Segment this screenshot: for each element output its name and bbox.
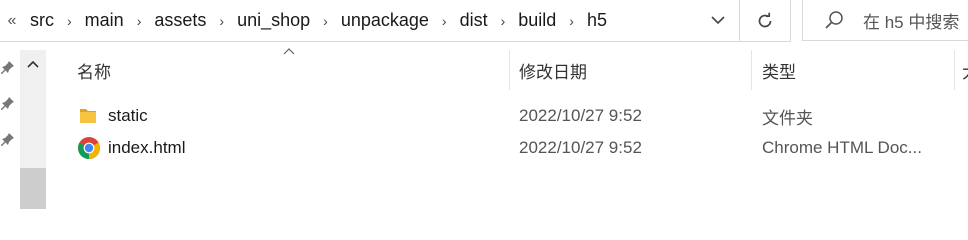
breadcrumb-item-uni-shop[interactable]: uni_shop <box>235 10 312 31</box>
pin-icon[interactable] <box>1 96 15 110</box>
breadcrumb-item-h5[interactable]: h5 <box>585 10 609 31</box>
column-divider[interactable] <box>509 50 510 90</box>
file-type: Chrome HTML Doc... <box>762 138 922 157</box>
file-name[interactable]: static <box>108 100 148 132</box>
column-header-name[interactable]: 名称 <box>77 50 507 90</box>
chevron-right-icon[interactable]: › <box>558 13 585 29</box>
file-type: 文件夹 <box>762 108 813 128</box>
search-input[interactable]: 在 h5 中搜索 <box>802 0 968 41</box>
column-header-modified[interactable]: 修改日期 <box>519 50 749 90</box>
chevron-right-icon[interactable]: › <box>126 13 153 29</box>
scroll-thumb[interactable] <box>20 168 46 209</box>
file-modified: 2022/10/27 9:52 <box>519 106 642 125</box>
address-history-dropdown[interactable] <box>701 0 735 41</box>
navigation-pane <box>0 42 20 209</box>
chevron-right-icon[interactable]: › <box>208 13 235 29</box>
refresh-button[interactable] <box>740 0 791 42</box>
column-header-type-label: 类型 <box>762 62 796 82</box>
column-divider[interactable] <box>751 50 752 90</box>
chevron-down-icon <box>711 16 725 25</box>
chevron-right-icon[interactable]: › <box>490 13 517 29</box>
refresh-icon <box>758 12 772 27</box>
scroll-up-button[interactable] <box>20 50 46 78</box>
search-icon <box>825 11 843 29</box>
breadcrumb-item-dist[interactable]: dist <box>458 10 490 31</box>
column-divider[interactable] <box>954 50 955 90</box>
chevron-right-icon[interactable]: › <box>56 13 83 29</box>
chevron-right-icon[interactable]: › <box>312 13 339 29</box>
breadcrumb-item-unpackage[interactable]: unpackage <box>339 10 431 31</box>
column-header-modified-label: 修改日期 <box>519 62 587 82</box>
navigation-scrollbar[interactable] <box>20 50 46 209</box>
breadcrumb-item-main[interactable]: main <box>83 10 126 31</box>
chrome-icon <box>77 132 103 164</box>
file-row-static[interactable]: static 2022/10/27 9:52 文件夹 <box>46 100 968 132</box>
breadcrumb[interactable]: « src › main › assets › uni_shop › unpac… <box>0 0 740 42</box>
pin-icon[interactable] <box>1 132 15 146</box>
address-bar-row: « src › main › assets › uni_shop › unpac… <box>0 0 968 42</box>
column-header-size-label: 大 <box>962 58 968 83</box>
file-name[interactable]: index.html <box>108 132 185 164</box>
column-header-type[interactable]: 类型 <box>762 50 952 90</box>
breadcrumb-overflow-icon[interactable]: « <box>2 12 22 30</box>
chevron-up-icon <box>27 60 39 68</box>
folder-icon <box>78 100 104 132</box>
search-placeholder: 在 h5 中搜索 <box>863 12 960 32</box>
column-header-size[interactable]: 大 <box>962 50 968 90</box>
column-header-name-label: 名称 <box>77 62 111 82</box>
file-row-index-html[interactable]: index.html 2022/10/27 9:52 Chrome HTML D… <box>46 132 968 164</box>
chevron-right-icon[interactable]: › <box>431 13 458 29</box>
breadcrumb-item-assets[interactable]: assets <box>152 10 208 31</box>
breadcrumb-item-src[interactable]: src <box>28 10 56 31</box>
breadcrumb-item-build[interactable]: build <box>516 10 558 31</box>
pin-icon[interactable] <box>1 60 15 74</box>
file-modified: 2022/10/27 9:52 <box>519 138 642 157</box>
